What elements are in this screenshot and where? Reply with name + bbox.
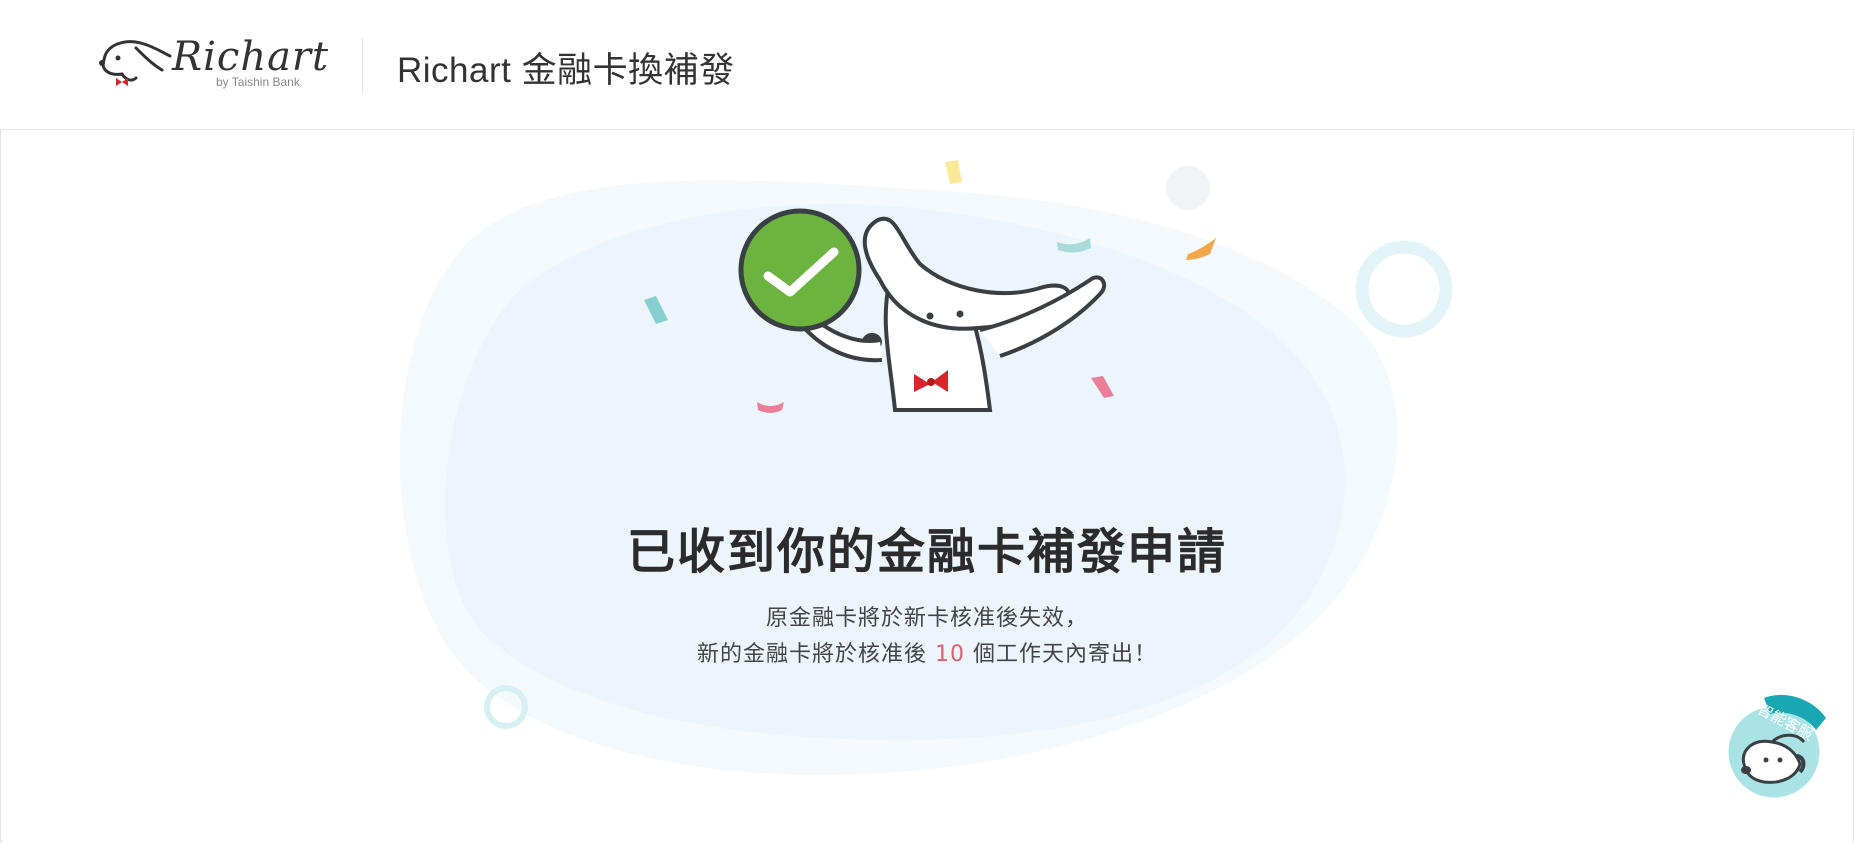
confetti-circle-gray xyxy=(1166,166,1210,210)
invalidation-notice: 原金融卡將於新卡核准後失效， xyxy=(765,606,1088,631)
ring-teal-right xyxy=(1355,240,1453,338)
shipping-notice-suffix: 個工作天內寄出！ xyxy=(965,642,1157,667)
page-title: Richart 金融卡換補發 xyxy=(397,51,735,90)
header-divider xyxy=(362,38,363,94)
success-headline: 已收到你的金融卡補發申請 xyxy=(626,524,1227,580)
shipping-notice-prefix: 新的金融卡將於核准後 xyxy=(697,642,935,667)
shipping-notice: 新的金融卡將於核准後 10 個工作天內寄出！ xyxy=(0,636,1854,668)
success-check-icon xyxy=(738,208,862,332)
shipping-days: 10 xyxy=(935,642,965,667)
success-illustration xyxy=(399,160,1453,775)
richart-logo[interactable]: Richart by Taishin Bank xyxy=(96,30,328,96)
confetti-yellow xyxy=(945,160,962,184)
logo-subtitle: by Taishin Bank xyxy=(216,75,300,89)
smart-customer-service-button[interactable]: 智能客服 xyxy=(1720,690,1832,803)
site-header: Richart by Taishin Bank Richart 金融卡換補發 xyxy=(0,0,1854,130)
success-panel: 已收到你的金融卡補發申請 原金融卡將於新卡核准後失效， 新的金融卡將於核准後 1… xyxy=(0,130,1854,844)
dog-eye-right xyxy=(956,310,964,318)
dog-eye-left xyxy=(926,312,934,320)
logo-wordmark: Richart xyxy=(172,34,330,80)
